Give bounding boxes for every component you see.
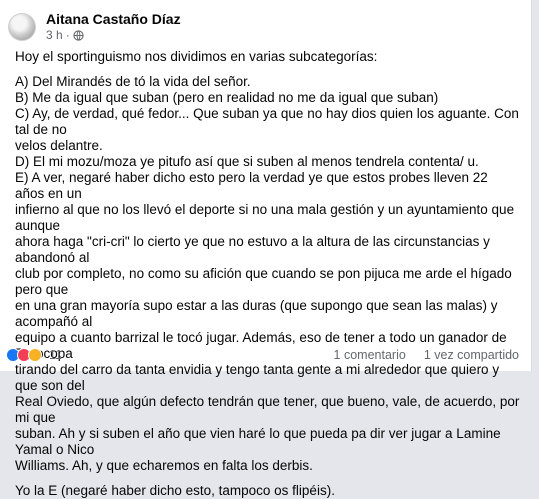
post-header: Aitana Castaño Díaz 3 h ·: [8, 10, 181, 44]
scrollbar[interactable]: [532, 0, 539, 371]
post-text-line: ahora haga "cri-cri" lo cierto ye que no…: [15, 234, 490, 265]
post-text-line: Real Oviedo, que algún defecto tendrán q…: [15, 394, 520, 425]
post-text-line: Hoy el sportinguismo nos dividimos en va…: [15, 49, 378, 64]
post-card: Aitana Castaño Díaz 3 h · Hoy el sportin…: [0, 0, 532, 498]
post-text-line: suban. Ah y si suben el año que vien har…: [15, 426, 501, 457]
post-text-line: B) Me da igual que suban (pero en realid…: [15, 90, 439, 105]
post-text-line: C) Ay, de verdad, qué fedor... Que suban…: [15, 106, 519, 137]
post-footer: 11 1 comentario 1 vez compartido: [6, 346, 519, 364]
comments-count[interactable]: 1 comentario: [334, 348, 406, 362]
post-text-line: Yo la E (negaré haber dicho esto, tampoc…: [15, 483, 335, 498]
time-separator: ·: [65, 28, 70, 42]
globe-icon: [73, 30, 84, 41]
post-time[interactable]: 3 h: [46, 28, 63, 43]
care-icon: [28, 348, 42, 362]
avatar[interactable]: [8, 13, 36, 41]
post-text-line: velos delantre.: [15, 138, 103, 153]
reactions-summary[interactable]: 11: [6, 348, 62, 362]
shares-count[interactable]: 1 vez compartido: [424, 348, 519, 362]
post-text-line: club por completo, no como su afición qu…: [15, 266, 512, 297]
post-text-line: D) El mi mozu/moza ye pitufo así que si …: [15, 154, 479, 169]
post-text-line: A) Del Mirandés de tó la vida del señor.: [15, 74, 251, 89]
post-meta: Aitana Castaño Díaz 3 h ·: [46, 11, 181, 43]
post-subline: 3 h ·: [46, 28, 181, 43]
post-body: Hoy el sportinguismo nos dividimos en va…: [15, 49, 520, 499]
post-text-line: tirando del carro da tanta envidia y ten…: [15, 362, 500, 393]
post-text-line: Williams. Ah, y que echaremos en falta l…: [15, 458, 313, 473]
post-text-line: en una gran mayoría supo estar a las dur…: [15, 298, 498, 329]
post-text-line: E) A ver, negaré haber dicho esto pero l…: [15, 170, 488, 201]
author-name[interactable]: Aitana Castaño Díaz: [46, 11, 181, 28]
reaction-count[interactable]: 11: [49, 348, 62, 362]
post-text-line: infierno al que no los llevó el deporte …: [15, 202, 515, 233]
